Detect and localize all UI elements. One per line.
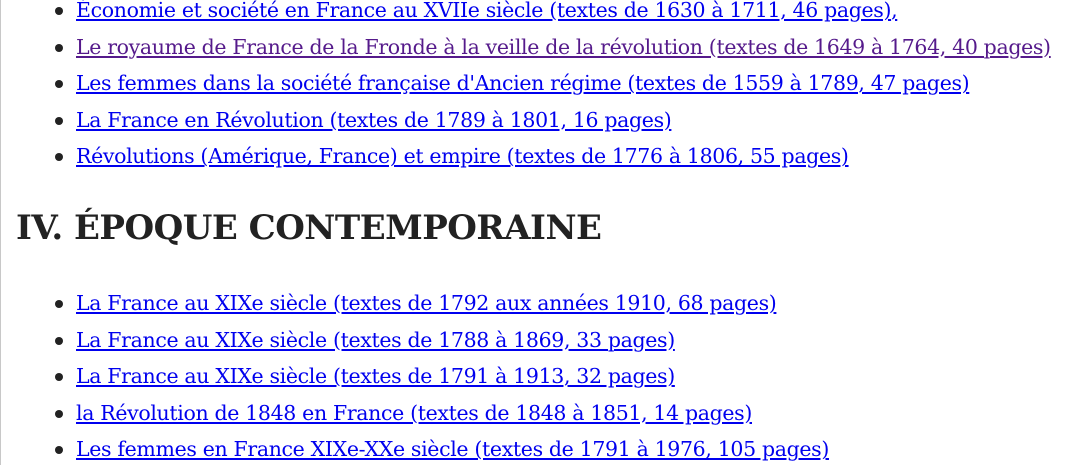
list-item: La France en Révolution (textes de 1789 … (0, 102, 1051, 139)
bullet-icon (55, 7, 63, 15)
list-item: Révolutions (Amérique, France) et empire… (0, 138, 1051, 175)
list-item: La France au XIXe siècle (textes de 1791… (0, 358, 829, 395)
bullet-icon (55, 373, 63, 382)
list-item: Économie et société en France au XVIIe s… (0, 0, 1051, 29)
link-trailing-punctuation: , (891, 0, 898, 22)
bullet-icon (55, 409, 63, 418)
document-link[interactable]: Révolutions (Amérique, France) et empire… (76, 144, 849, 168)
list-item: Les femmes en France XIXe-XXe siècle (te… (0, 431, 829, 468)
section-heading-contemporary-era: IV. ÉPOQUE CONTEMPORAINE (16, 208, 602, 248)
document-link[interactable]: La France au XIXe siècle (textes de 1788… (76, 328, 675, 352)
bullet-icon (55, 43, 63, 52)
list-item: la Révolution de 1848 en France (textes … (0, 395, 829, 432)
document-link[interactable]: La France en Révolution (textes de 1789 … (76, 108, 672, 132)
bullet-icon (55, 153, 63, 162)
document-link[interactable]: Les femmes dans la société française d'A… (76, 71, 970, 95)
list-item: La France au XIXe siècle (textes de 1792… (0, 285, 829, 322)
document-link[interactable]: Les femmes en France XIXe-XXe siècle (te… (76, 437, 829, 461)
document-link[interactable]: La France au XIXe siècle (textes de 1792… (76, 291, 777, 315)
document-link[interactable]: la Révolution de 1848 en France (textes … (76, 401, 752, 425)
bullet-icon (55, 300, 63, 308)
list-item: Les femmes dans la société française d'A… (0, 65, 1051, 102)
bullet-icon (55, 80, 63, 89)
bullet-icon (55, 336, 63, 345)
document-link-visited[interactable]: Le royaume de France de la Fronde à la v… (76, 35, 1051, 59)
document-link[interactable]: La France au XIXe siècle (textes de 1791… (76, 364, 675, 388)
list-item: La France au XIXe siècle (textes de 1788… (0, 322, 829, 359)
document-list-modern-era: Économie et société en France au XVIIe s… (0, 0, 1051, 175)
bullet-icon (55, 116, 63, 125)
list-item: Le royaume de France de la Fronde à la v… (0, 29, 1051, 66)
document-list-contemporary-era: La France au XIXe siècle (textes de 1792… (0, 285, 829, 468)
document-link[interactable]: Économie et société en France au XVIIe s… (76, 0, 891, 22)
bullet-icon (55, 446, 63, 455)
